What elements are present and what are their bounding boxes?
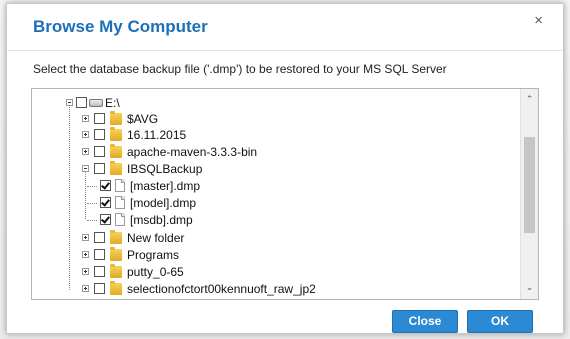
checkbox-checked[interactable] bbox=[100, 180, 111, 191]
tree-row-label: New folder bbox=[127, 231, 185, 245]
tree-row-label: putty_0-65 bbox=[127, 265, 184, 279]
browse-dialog: Browse My Computer × Select the database… bbox=[6, 3, 564, 334]
scroll-thumb[interactable] bbox=[524, 137, 535, 233]
tree-row-file[interactable]: [master].dmp bbox=[32, 178, 512, 194]
expand-icon[interactable] bbox=[82, 115, 89, 122]
checkbox-checked[interactable] bbox=[100, 197, 111, 208]
checkbox-checked[interactable] bbox=[100, 214, 111, 225]
folder-icon bbox=[110, 281, 122, 295]
file-tree: E:\ $AVG 16.11.2015 apache-maven-3.3.3-b… bbox=[31, 88, 539, 300]
folder-icon bbox=[110, 111, 122, 125]
ok-button[interactable]: OK bbox=[467, 310, 533, 333]
checkbox[interactable] bbox=[94, 163, 105, 174]
tree-row-folder[interactable]: New folder bbox=[32, 230, 512, 246]
folder-icon bbox=[110, 247, 122, 261]
file-icon bbox=[115, 213, 125, 226]
tree-row-label: [msdb].dmp bbox=[130, 213, 193, 227]
tree-row-folder[interactable]: Programs bbox=[32, 247, 512, 263]
expand-icon[interactable] bbox=[82, 251, 89, 258]
tree-row-root[interactable]: E:\ bbox=[32, 95, 512, 111]
close-button[interactable]: Close bbox=[392, 310, 458, 333]
folder-icon bbox=[110, 127, 122, 141]
tree-row-label: selectionofctort00kennuoft_raw_jp2 bbox=[127, 282, 316, 296]
tree-connector bbox=[87, 186, 97, 188]
folder-icon bbox=[110, 161, 122, 175]
expand-icon[interactable] bbox=[82, 131, 89, 138]
folder-icon bbox=[110, 264, 122, 278]
checkbox[interactable] bbox=[94, 249, 105, 260]
drive-icon bbox=[89, 99, 103, 107]
checkbox[interactable] bbox=[76, 97, 87, 108]
tree-row-file[interactable]: [msdb].dmp bbox=[32, 212, 512, 228]
tree-row-folder[interactable]: $AVG bbox=[32, 111, 512, 127]
tree-row-label: [model].dmp bbox=[130, 196, 197, 210]
dialog-title: Browse My Computer bbox=[33, 17, 208, 36]
checkbox[interactable] bbox=[94, 283, 105, 294]
tree-row-label: 16.11.2015 bbox=[127, 128, 187, 142]
expand-icon[interactable] bbox=[82, 268, 89, 275]
tree-connector bbox=[87, 203, 97, 205]
tree-connector bbox=[87, 220, 97, 222]
tree-row-label: $AVG bbox=[127, 112, 159, 126]
tree-row-label: Programs bbox=[127, 248, 180, 262]
folder-icon bbox=[110, 144, 122, 158]
tree-row-file[interactable]: [model].dmp bbox=[32, 195, 512, 211]
tree-row-folder-expanded[interactable]: IBSQLBackup bbox=[32, 161, 512, 177]
expand-icon[interactable] bbox=[82, 234, 89, 241]
dialog-header: Browse My Computer × bbox=[7, 4, 563, 51]
folder-icon bbox=[110, 230, 122, 244]
tree-row-folder[interactable]: putty_0-65 bbox=[32, 264, 512, 280]
collapse-icon[interactable] bbox=[82, 165, 89, 172]
tree-row-folder[interactable]: 16.11.2015 bbox=[32, 127, 512, 143]
checkbox[interactable] bbox=[94, 266, 105, 277]
file-icon bbox=[115, 196, 125, 209]
tree-row-label: IBSQLBackup bbox=[127, 162, 203, 176]
checkbox[interactable] bbox=[94, 146, 105, 157]
tree-row-label: [master].dmp bbox=[130, 179, 201, 193]
file-icon bbox=[115, 179, 125, 192]
checkbox[interactable] bbox=[94, 129, 105, 140]
tree-row-label: apache-maven-3.3.3-bin bbox=[127, 145, 258, 159]
checkbox[interactable] bbox=[94, 232, 105, 243]
instruction-text: Select the database backup file ('.dmp')… bbox=[33, 62, 447, 76]
tree-row-label: E:\ bbox=[105, 96, 120, 110]
scroll-down-icon[interactable]: ⌄ bbox=[521, 279, 538, 295]
checkbox[interactable] bbox=[94, 113, 105, 124]
tree-row-folder[interactable]: apache-maven-3.3.3-bin bbox=[32, 144, 512, 160]
expand-icon[interactable] bbox=[82, 285, 89, 292]
collapse-icon[interactable] bbox=[66, 99, 73, 106]
tree-row-folder[interactable]: selectionofctort00kennuoft_raw_jp2 bbox=[32, 281, 512, 297]
close-icon[interactable]: × bbox=[534, 12, 543, 29]
vertical-scrollbar[interactable]: ⌃ ⌄ bbox=[520, 89, 538, 299]
expand-icon[interactable] bbox=[82, 148, 89, 155]
scroll-up-icon[interactable]: ⌃ bbox=[521, 91, 538, 107]
